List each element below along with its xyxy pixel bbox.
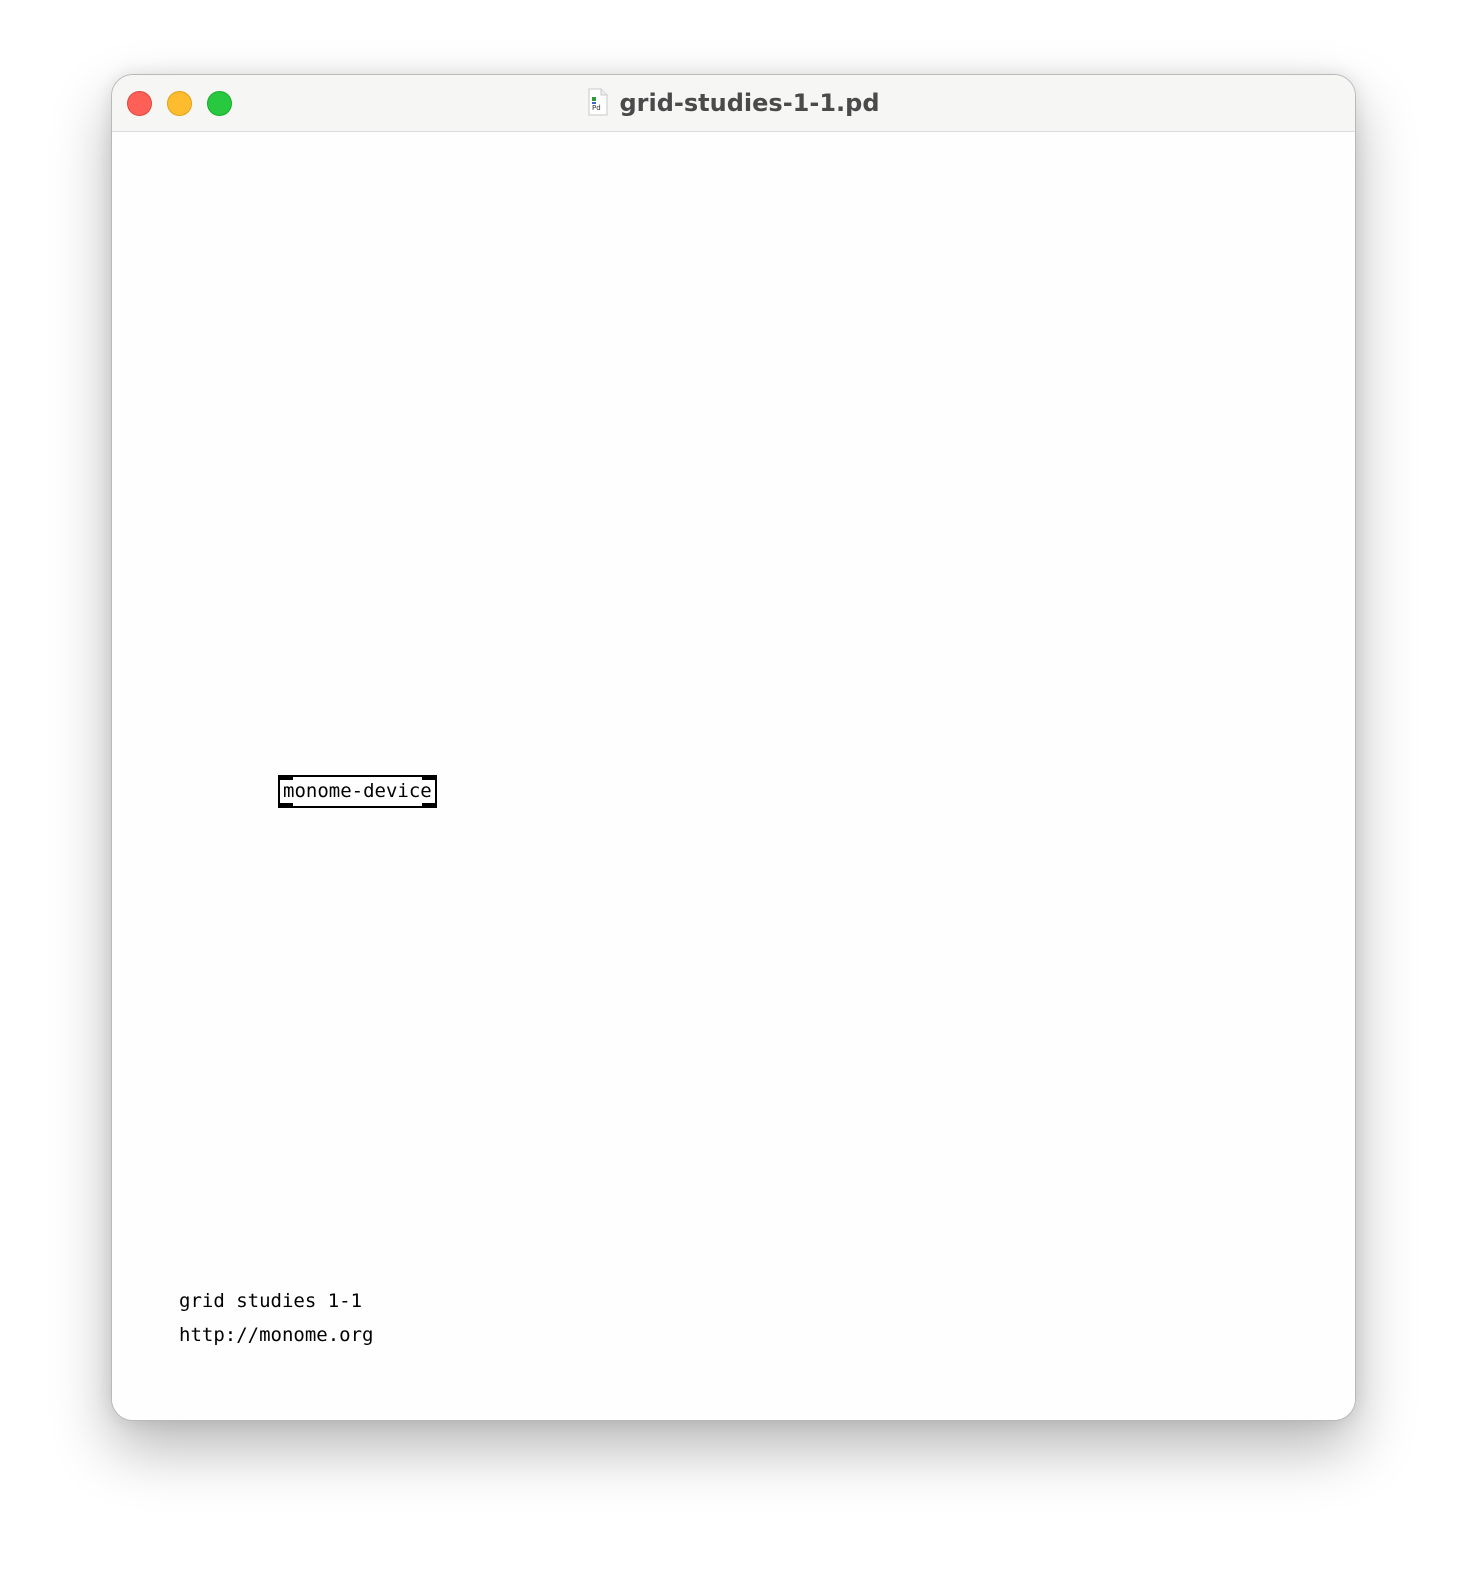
- inlet-left[interactable]: [279, 776, 293, 780]
- comment-url: http://monome.org: [179, 1324, 374, 1346]
- title-bar[interactable]: Pd grid-studies-1-1.pd: [112, 75, 1355, 132]
- outlet-right[interactable]: [421, 803, 436, 807]
- comment-title: grid studies 1-1: [179, 1290, 363, 1312]
- window-title: grid-studies-1-1.pd: [619, 89, 880, 117]
- pd-document-icon: Pd: [588, 88, 607, 116]
- patch-canvas[interactable]: monome-device grid studies 1-1 http://mo…: [112, 132, 1355, 1420]
- title-group: Pd grid-studies-1-1.pd: [112, 75, 1355, 131]
- svg-text:Pd: Pd: [592, 104, 601, 112]
- monome-device-object[interactable]: monome-device: [278, 775, 437, 808]
- outlet-left[interactable]: [279, 803, 293, 807]
- object-label: monome-device: [283, 780, 432, 802]
- inlet-right[interactable]: [421, 776, 436, 780]
- pd-window: Pd grid-studies-1-1.pd monome-device gri…: [111, 74, 1356, 1421]
